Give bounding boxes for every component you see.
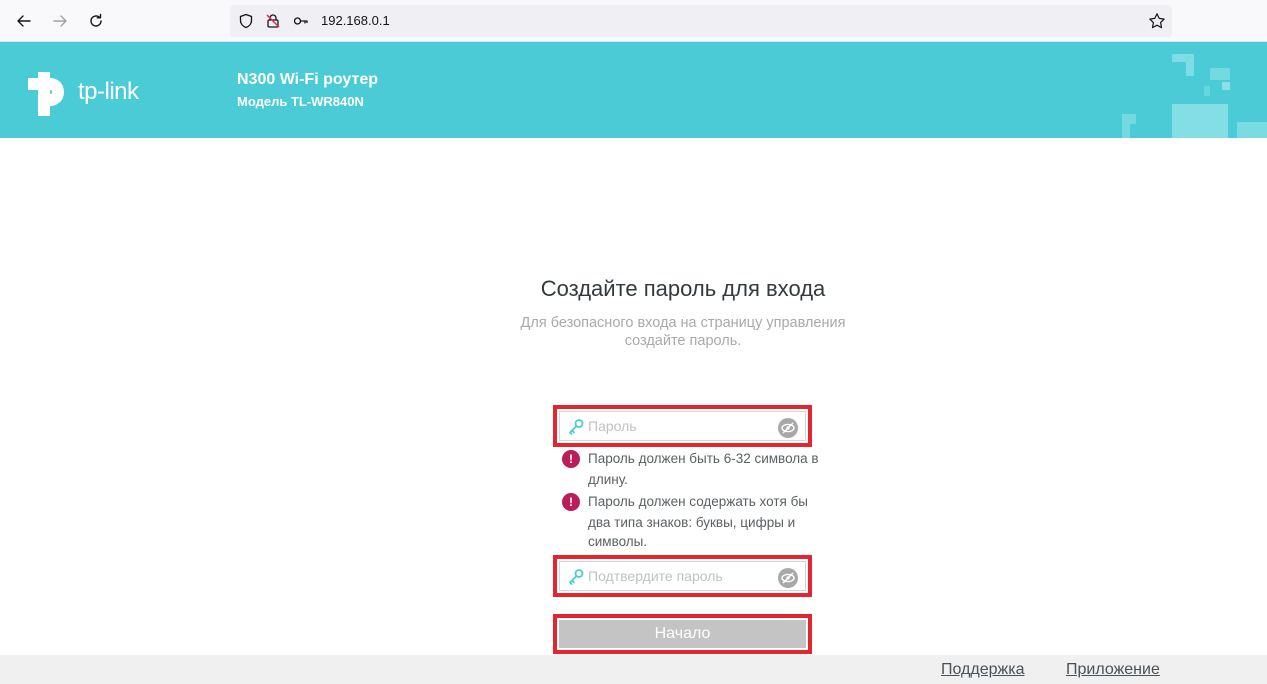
key-icon[interactable] [293, 13, 309, 29]
shield-icon[interactable] [238, 13, 254, 29]
app-link[interactable]: Приложение [1066, 660, 1160, 680]
password-requirements: ! Пароль должен быть 6-32 символа в длин… [562, 448, 842, 551]
insecure-lock-icon[interactable] [265, 13, 281, 29]
page-title: Создайте пароль для входа [540, 276, 826, 301]
url-text[interactable]: 192.168.0.1 [321, 13, 390, 29]
star-icon[interactable] [1148, 12, 1166, 30]
key-icon [569, 419, 584, 435]
subtitle-line: создайте пароль. [624, 333, 742, 349]
model-subtitle: Модель TL-WR840N [237, 94, 364, 109]
footer: Поддержка Приложение [0, 655, 1267, 684]
back-button[interactable] [12, 9, 36, 33]
reload-button[interactable] [84, 9, 108, 33]
forward-arrow-icon [53, 15, 67, 27]
exclamation-icon: ! [562, 450, 580, 468]
tp-link-logo-icon [28, 72, 64, 116]
browser-toolbar: 192.168.0.1 [0, 0, 1267, 42]
requirement-char-types: ! Пароль должен содержать хотя бы два ти… [562, 491, 842, 551]
password-field-highlight [553, 405, 812, 447]
requirement-length: ! Пароль должен быть 6-32 символа в длин… [562, 448, 842, 490]
address-bar[interactable]: 192.168.0.1 [230, 5, 1172, 37]
logo-text: tp-link [78, 78, 139, 105]
confirm-password-field[interactable] [559, 561, 806, 591]
tip-line: два типа знаков: буквы, цифры и [588, 515, 796, 530]
confirm-field-highlight [553, 555, 812, 597]
reload-icon [90, 13, 102, 27]
tip-line: символы. [588, 534, 648, 549]
password-input[interactable] [588, 412, 778, 440]
tip-line: Пароль должен содержать хотя бы [588, 494, 809, 509]
model-title: N300 Wi-Fi роутер [237, 71, 379, 88]
router-header: tp-link N300 Wi-Fi роутер Модель TL-WR84… [0, 42, 1267, 138]
page-subtitle: Для безопасного входа на страницу управл… [383, 314, 983, 350]
support-link[interactable]: Поддержка [941, 660, 1024, 680]
confirm-password-input[interactable] [588, 562, 778, 590]
tip-line: длину. [588, 472, 628, 487]
key-icon [569, 569, 584, 585]
subtitle-line: Для безопасного входа на страницу управл… [520, 315, 846, 331]
tp-link-logo: tp-link [24, 70, 164, 118]
header-decoration [1122, 54, 1267, 138]
back-arrow-icon [17, 15, 31, 27]
tip-line: Пароль должен быть 6-32 символа в [588, 451, 819, 466]
start-button[interactable]: Начало [559, 620, 806, 648]
start-button-highlight: Начало [553, 614, 812, 654]
password-field[interactable] [559, 411, 806, 441]
hide-password-icon[interactable] [778, 568, 798, 588]
forward-button[interactable] [48, 9, 72, 33]
exclamation-icon: ! [562, 493, 580, 511]
hide-password-icon[interactable] [778, 418, 798, 438]
